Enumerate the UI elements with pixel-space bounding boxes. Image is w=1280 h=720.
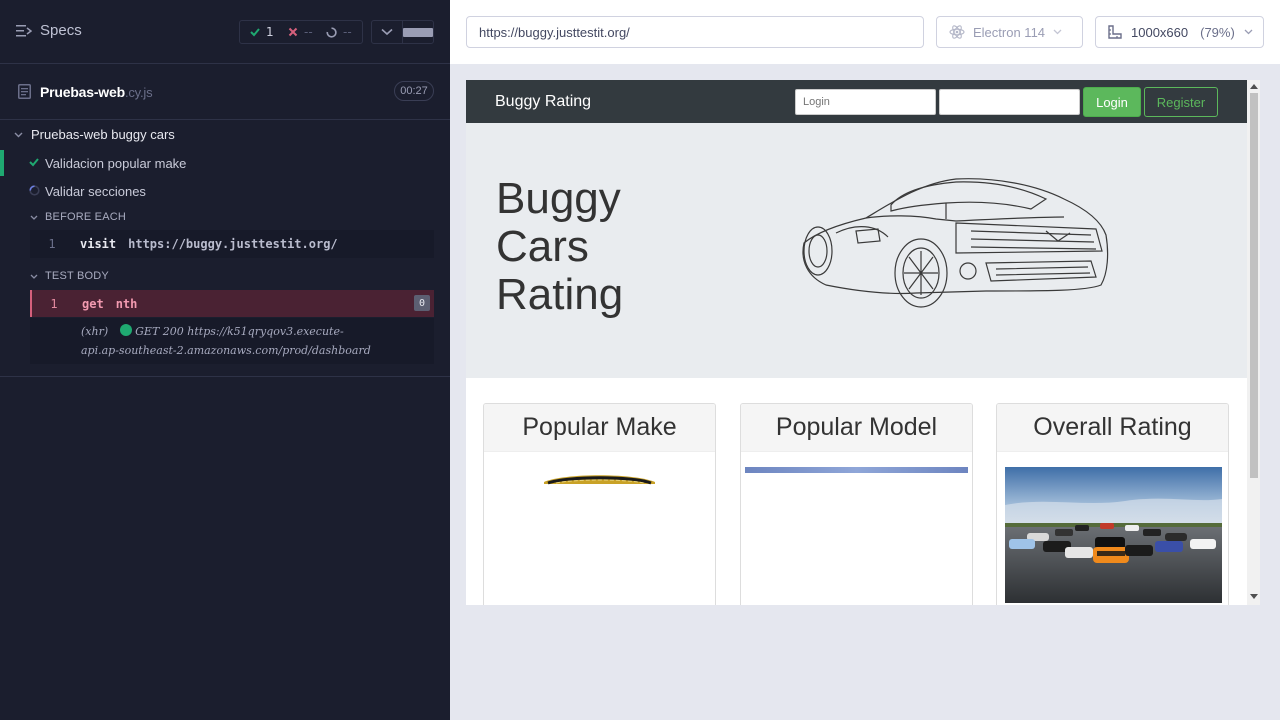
xhr-request-line2: api.ap-southeast-2.amazonaws.com/prod/da… (81, 344, 371, 357)
collapse-toggle-button[interactable] (372, 21, 402, 43)
passed-indicator-bar (0, 150, 4, 176)
command-name: visit (80, 237, 117, 251)
popular-model-card[interactable]: Popular Model (740, 403, 973, 605)
chevron-down-icon (381, 28, 393, 36)
scrollbar-thumb[interactable] (1250, 93, 1258, 478)
test-body-hook[interactable]: TEST BODY (30, 270, 109, 282)
xhr-request-line1: GET 200 https://k51qryqov3.execute- (135, 325, 344, 338)
test-stats: 1 -- -- (239, 20, 363, 44)
before-each-hook[interactable]: BEFORE EACH (30, 211, 126, 223)
check-icon (250, 28, 260, 37)
model-image (745, 467, 968, 473)
site-brand-link[interactable]: Buggy Rating (495, 93, 591, 111)
hero-title: Buggy Cars Rating (496, 175, 696, 319)
chevron-down-icon (1053, 29, 1062, 35)
password-input[interactable] (939, 89, 1080, 115)
pending-circle-icon (326, 26, 337, 38)
failed-stat: -- (278, 25, 316, 39)
divider (0, 376, 450, 377)
document-icon (18, 84, 31, 99)
card-title: Popular Make (484, 404, 715, 452)
chevron-down-icon (1244, 29, 1253, 35)
url-bar[interactable]: https://buggy.justtestit.org/ (466, 16, 924, 48)
chevron-down-icon (14, 132, 23, 137)
aut-toolbar: https://buggy.justtestit.org/ Electron 1… (450, 0, 1280, 64)
spec-file-basename: Pruebas-web (40, 84, 125, 100)
app-under-test-frame: Buggy Rating Login Register Buggy Cars R… (466, 80, 1260, 605)
card-title: Popular Model (741, 404, 972, 452)
spinner-icon (29, 185, 40, 196)
test-title: Validar secciones (45, 184, 146, 199)
hero-title-line: Rating (496, 270, 624, 319)
command-number: 1 (50, 296, 58, 311)
command-visit[interactable]: 1 visit https://buggy.justtestit.org/ (30, 230, 434, 258)
test-title: Validacion popular make (45, 156, 187, 171)
passed-count: 1 (266, 25, 274, 39)
stop-icon (403, 27, 433, 37)
command-number: 1 (48, 237, 56, 251)
popular-make-card[interactable]: Popular Make (483, 403, 716, 605)
check-icon (29, 158, 39, 167)
cars-on-runway-image (1005, 467, 1222, 603)
reporter-header: Specs 1 -- -- (0, 0, 450, 64)
viewport-scale: (79%) (1200, 24, 1235, 40)
hook-label: BEFORE EACH (45, 211, 127, 223)
overall-rating-card[interactable]: Overall Rating (996, 403, 1229, 605)
scroll-up-arrow-icon[interactable] (1250, 84, 1258, 89)
specs-list-icon (16, 24, 32, 36)
hero-jumbotron: Buggy Cars Rating (466, 123, 1247, 378)
login-input[interactable] (795, 89, 936, 115)
specs-button[interactable]: Specs (16, 22, 82, 39)
command-log-panel: Specs 1 -- -- Pruebas-web.cy.js 00:27 Pr… (0, 0, 450, 720)
scroll-down-arrow-icon[interactable] (1250, 594, 1258, 599)
car-sketch-image (802, 178, 1109, 308)
hook-label: TEST BODY (45, 270, 109, 282)
browser-selector[interactable]: Electron 114 (936, 16, 1083, 48)
stop-button[interactable] (402, 21, 433, 43)
site-navbar: Buggy Rating Login Register (466, 80, 1247, 123)
test-item-running[interactable]: Validar secciones (0, 178, 450, 204)
xhr-label: (xhr) (81, 325, 109, 338)
spec-file-name[interactable]: Pruebas-web.cy.js (40, 84, 153, 100)
run-duration: 00:27 (394, 81, 434, 101)
viewport-selector[interactable]: 1000x660 (79%) (1095, 16, 1264, 48)
pending-count: -- (343, 25, 352, 39)
command-message: https://buggy.justtestit.org/ (128, 237, 338, 251)
hero-title-line: Buggy (496, 174, 621, 223)
x-icon (288, 27, 298, 37)
ruler-icon (1108, 25, 1122, 39)
test-item-passed[interactable]: Validacion popular make (0, 150, 450, 176)
xhr-status-dot-icon (120, 324, 133, 336)
failed-count: -- (304, 25, 313, 39)
card-title: Overall Rating (997, 404, 1228, 452)
pending-stat: -- (316, 25, 354, 39)
hero-title-line: Cars (496, 222, 589, 271)
command-name: get (82, 296, 104, 311)
command-message: nth (115, 296, 138, 311)
command-get[interactable]: 1 get nth 0 (30, 290, 434, 317)
register-button[interactable]: Register (1144, 87, 1218, 117)
chevron-down-icon (30, 215, 38, 220)
lamborghini-logo-image (544, 475, 655, 485)
xhr-log-entry[interactable]: (xhr) GET 200 https://k51qryqov3.execute-… (30, 318, 434, 364)
chevron-down-icon (30, 274, 38, 279)
specs-label: Specs (40, 22, 82, 39)
element-count-badge: 0 (414, 295, 430, 311)
page-scrollbar[interactable] (1247, 80, 1260, 605)
suite-label: Pruebas-web buggy cars (31, 127, 175, 142)
suite-title[interactable]: Pruebas-web buggy cars (14, 127, 175, 142)
viewport-size: 1000x660 (1131, 24, 1189, 40)
login-button[interactable]: Login (1083, 87, 1141, 117)
spec-file-extension: .cy.js (124, 85, 153, 100)
passed-stat: 1 (240, 25, 278, 39)
browser-name: Electron 114 (973, 24, 1046, 40)
electron-icon (949, 25, 965, 39)
run-controls (371, 20, 434, 44)
